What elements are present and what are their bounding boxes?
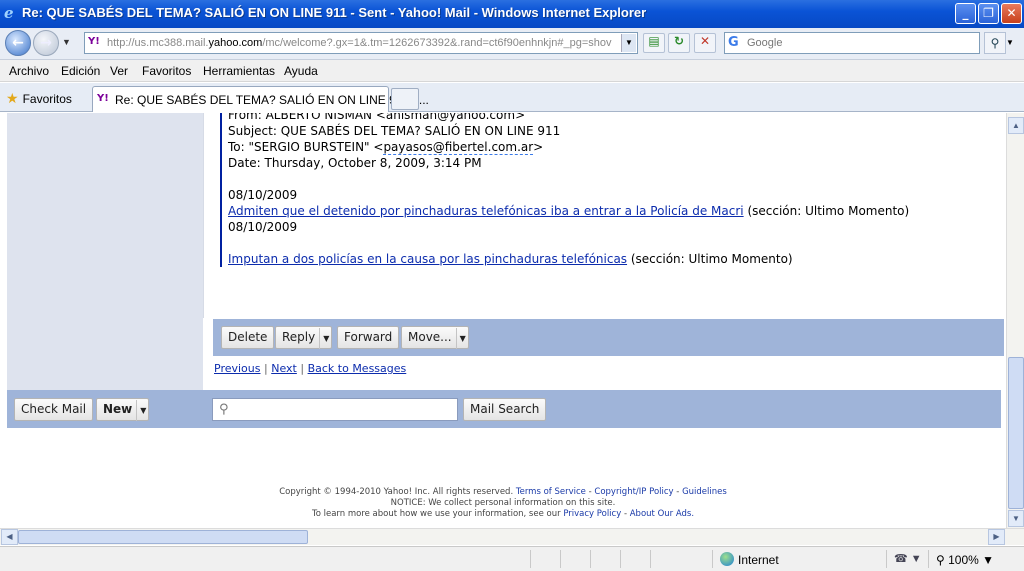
menu-ayuda[interactable]: Ayuda bbox=[284, 64, 318, 78]
reply-button[interactable]: Reply ▼ bbox=[275, 326, 333, 349]
window-title-bar: e Re: QUE SABÉS DEL TEMA? SALIÓ EN ON LI… bbox=[0, 0, 1024, 28]
copyright-policy-link[interactable]: Copyright/IP Policy bbox=[594, 487, 673, 497]
search-options-dropdown-icon[interactable]: ▼ bbox=[1006, 38, 1014, 47]
search-placeholder: Google bbox=[747, 37, 783, 49]
horizontal-scrollbar[interactable]: ◀ ▶ bbox=[0, 528, 1024, 545]
left-sidebar bbox=[7, 113, 203, 391]
menu-herramientas[interactable]: Herramientas bbox=[203, 64, 275, 78]
protected-mode-icon[interactable]: ☎ ▼ bbox=[894, 552, 922, 565]
scroll-up-icon[interactable]: ▲ bbox=[1008, 117, 1024, 134]
mail-search-button[interactable]: Mail Search bbox=[463, 398, 547, 421]
mail-search-input[interactable]: ⚲ bbox=[212, 398, 458, 421]
move-button[interactable]: Move... ▼ bbox=[401, 326, 469, 349]
news-link-2[interactable]: Imputan a dos policías en la causa por l… bbox=[228, 252, 627, 266]
favorites-bar: ★ Favoritos Y! Re: QUE SABÉS DEL TEMA? SA… bbox=[0, 83, 1024, 112]
history-dropdown-icon[interactable]: ▼ bbox=[62, 37, 71, 47]
address-toolbar: ← → ▼ Y! http://us.mc388.mail.yahoo.com/… bbox=[0, 28, 1024, 60]
page-content: From: ALBERTO NISMAN <anisman@yahoo.com>… bbox=[0, 113, 1006, 528]
tab-label: Re: QUE SABÉS DEL TEMA? SALIÓ EN ON LINE… bbox=[115, 93, 429, 107]
news-section-2: (sección: Ultimo Momento) bbox=[627, 252, 793, 266]
news-item-2: Imputan a dos policías en la causa por l… bbox=[228, 251, 920, 267]
horizontal-scroll-thumb[interactable] bbox=[18, 530, 308, 544]
to-email[interactable]: payasos@fibertel.com.ar bbox=[383, 140, 534, 155]
search-icon: ⚲ bbox=[219, 402, 229, 417]
status-bar: Internet ☎ ▼ ⚲ 100% ▼ bbox=[0, 546, 1024, 571]
address-bar[interactable]: Y! http://us.mc388.mail.yahoo.com/mc/wel… bbox=[84, 32, 638, 54]
refresh-icon[interactable]: ↻ bbox=[668, 33, 690, 53]
close-window-button[interactable]: ✕ bbox=[1001, 3, 1022, 24]
new-button[interactable]: New ▼ bbox=[96, 398, 150, 421]
vertical-scroll-thumb[interactable] bbox=[1008, 357, 1024, 509]
yahoo-favicon-icon: Y! bbox=[88, 36, 100, 47]
mail-footer-toolbar: Check Mail New ▼ ⚲ Mail Search bbox=[7, 390, 1001, 428]
zoom-level[interactable]: ⚲ 100% ▼ bbox=[936, 553, 994, 567]
back-button[interactable]: ← bbox=[5, 30, 31, 56]
reply-dropdown-icon[interactable]: ▼ bbox=[319, 328, 329, 349]
page-footer: Copyright © 1994-2010 Yahoo! Inc. All ri… bbox=[0, 487, 1006, 520]
news-link-1[interactable]: Admiten que el detenido por pinchaduras … bbox=[228, 204, 744, 218]
to-line: To: "SERGIO BURSTEIN" <payasos@fibertel.… bbox=[228, 140, 544, 155]
scroll-down-icon[interactable]: ▼ bbox=[1008, 510, 1024, 527]
privacy-policy-link[interactable]: Privacy Policy bbox=[563, 509, 621, 519]
window-title: Re: QUE SABÉS DEL TEMA? SALIÓ EN ON LINE… bbox=[22, 5, 647, 20]
about-ads-link[interactable]: About Our Ads. bbox=[630, 509, 694, 519]
favorites-label: Favoritos bbox=[22, 92, 72, 106]
minimize-button[interactable]: _ bbox=[955, 3, 976, 24]
move-dropdown-icon[interactable]: ▼ bbox=[455, 328, 466, 349]
menu-edicion[interactable]: Edición bbox=[61, 64, 100, 78]
guidelines-link[interactable]: Guidelines bbox=[682, 487, 727, 497]
message-action-bar: Delete Reply ▼ Forward Move... ▼ bbox=[213, 319, 1004, 356]
internet-zone-icon bbox=[720, 552, 734, 566]
message-pager: Previous | Next | Back to Messages bbox=[214, 362, 406, 375]
scroll-left-icon[interactable]: ◀ bbox=[1, 529, 18, 545]
menu-favoritos[interactable]: Favoritos bbox=[142, 64, 191, 78]
forward-button[interactable]: Forward bbox=[337, 326, 400, 349]
ie-logo-icon: e bbox=[4, 4, 14, 22]
url-text[interactable]: http://us.mc388.mail.yahoo.com/mc/welcom… bbox=[107, 37, 617, 49]
browser-tab-active[interactable]: Y! Re: QUE SABÉS DEL TEMA? SALIÓ EN ON L… bbox=[92, 86, 429, 112]
pager-separator: | bbox=[264, 362, 268, 375]
copyright-line: Copyright © 1994-2010 Yahoo! Inc. All ri… bbox=[279, 487, 727, 497]
message-view: From: ALBERTO NISMAN <anisman@yahoo.com>… bbox=[203, 113, 1006, 318]
news-item-1: Admiten que el detenido por pinchaduras … bbox=[228, 203, 920, 219]
compatibility-view-icon[interactable]: ▤ bbox=[643, 33, 665, 53]
security-zone: Internet bbox=[738, 553, 779, 567]
date-line: Date: Thursday, October 8, 2009, 3:14 PM bbox=[228, 156, 482, 170]
pager-separator: | bbox=[300, 362, 305, 375]
previous-link[interactable]: Previous bbox=[214, 362, 261, 375]
copyright-text: Copyright © 1994-2010 Yahoo! Inc. All ri… bbox=[279, 487, 514, 497]
vertical-scrollbar[interactable]: ▲ ▼ bbox=[1006, 113, 1024, 528]
address-dropdown-icon[interactable]: ▼ bbox=[621, 34, 636, 52]
learn-more-line: To learn more about how we use your info… bbox=[311, 509, 695, 519]
search-box[interactable]: G Google bbox=[724, 32, 980, 54]
notice-line: NOTICE: We collect personal information … bbox=[390, 498, 616, 508]
favorites-button[interactable]: ★ Favoritos bbox=[6, 90, 72, 107]
star-icon: ★ bbox=[6, 90, 19, 106]
yahoo-favicon-icon: Y! bbox=[97, 93, 109, 104]
new-tab-button[interactable] bbox=[391, 88, 419, 110]
google-icon: G bbox=[728, 35, 739, 50]
forward-nav-button[interactable]: → bbox=[33, 30, 59, 56]
back-to-messages-link[interactable]: Back to Messages bbox=[308, 362, 407, 375]
news-date-1: 08/10/2009 bbox=[228, 188, 298, 202]
check-mail-button[interactable]: Check Mail bbox=[14, 398, 94, 421]
next-link[interactable]: Next bbox=[271, 362, 297, 375]
menu-ver[interactable]: Ver bbox=[110, 64, 128, 78]
new-dropdown-icon[interactable]: ▼ bbox=[136, 400, 146, 421]
delete-button[interactable]: Delete bbox=[221, 326, 275, 349]
quoted-message: From: ALBERTO NISMAN <anisman@yahoo.com>… bbox=[220, 113, 920, 267]
news-section-1: (sección: Ultimo Momento) bbox=[743, 204, 910, 218]
scroll-right-icon[interactable]: ▶ bbox=[988, 529, 1005, 545]
menu-bar: Archivo Edición Ver Favoritos Herramient… bbox=[0, 60, 1024, 82]
learn-more-text: To learn more about how we use your info… bbox=[311, 509, 561, 519]
news-date-2: 08/10/2009 bbox=[228, 220, 298, 234]
terms-link[interactable]: Terms of Service bbox=[516, 487, 586, 497]
restore-button[interactable]: ❐ bbox=[978, 3, 999, 24]
menu-archivo[interactable]: Archivo bbox=[9, 64, 49, 78]
stop-icon[interactable]: ✕ bbox=[694, 33, 716, 53]
search-button[interactable]: ⚲ bbox=[984, 32, 1006, 54]
subject-line: Subject: QUE SABÉS DEL TEMA? SALIÓ EN ON… bbox=[228, 124, 561, 138]
from-line: From: ALBERTO NISMAN <anisman@yahoo.com> bbox=[228, 113, 526, 122]
